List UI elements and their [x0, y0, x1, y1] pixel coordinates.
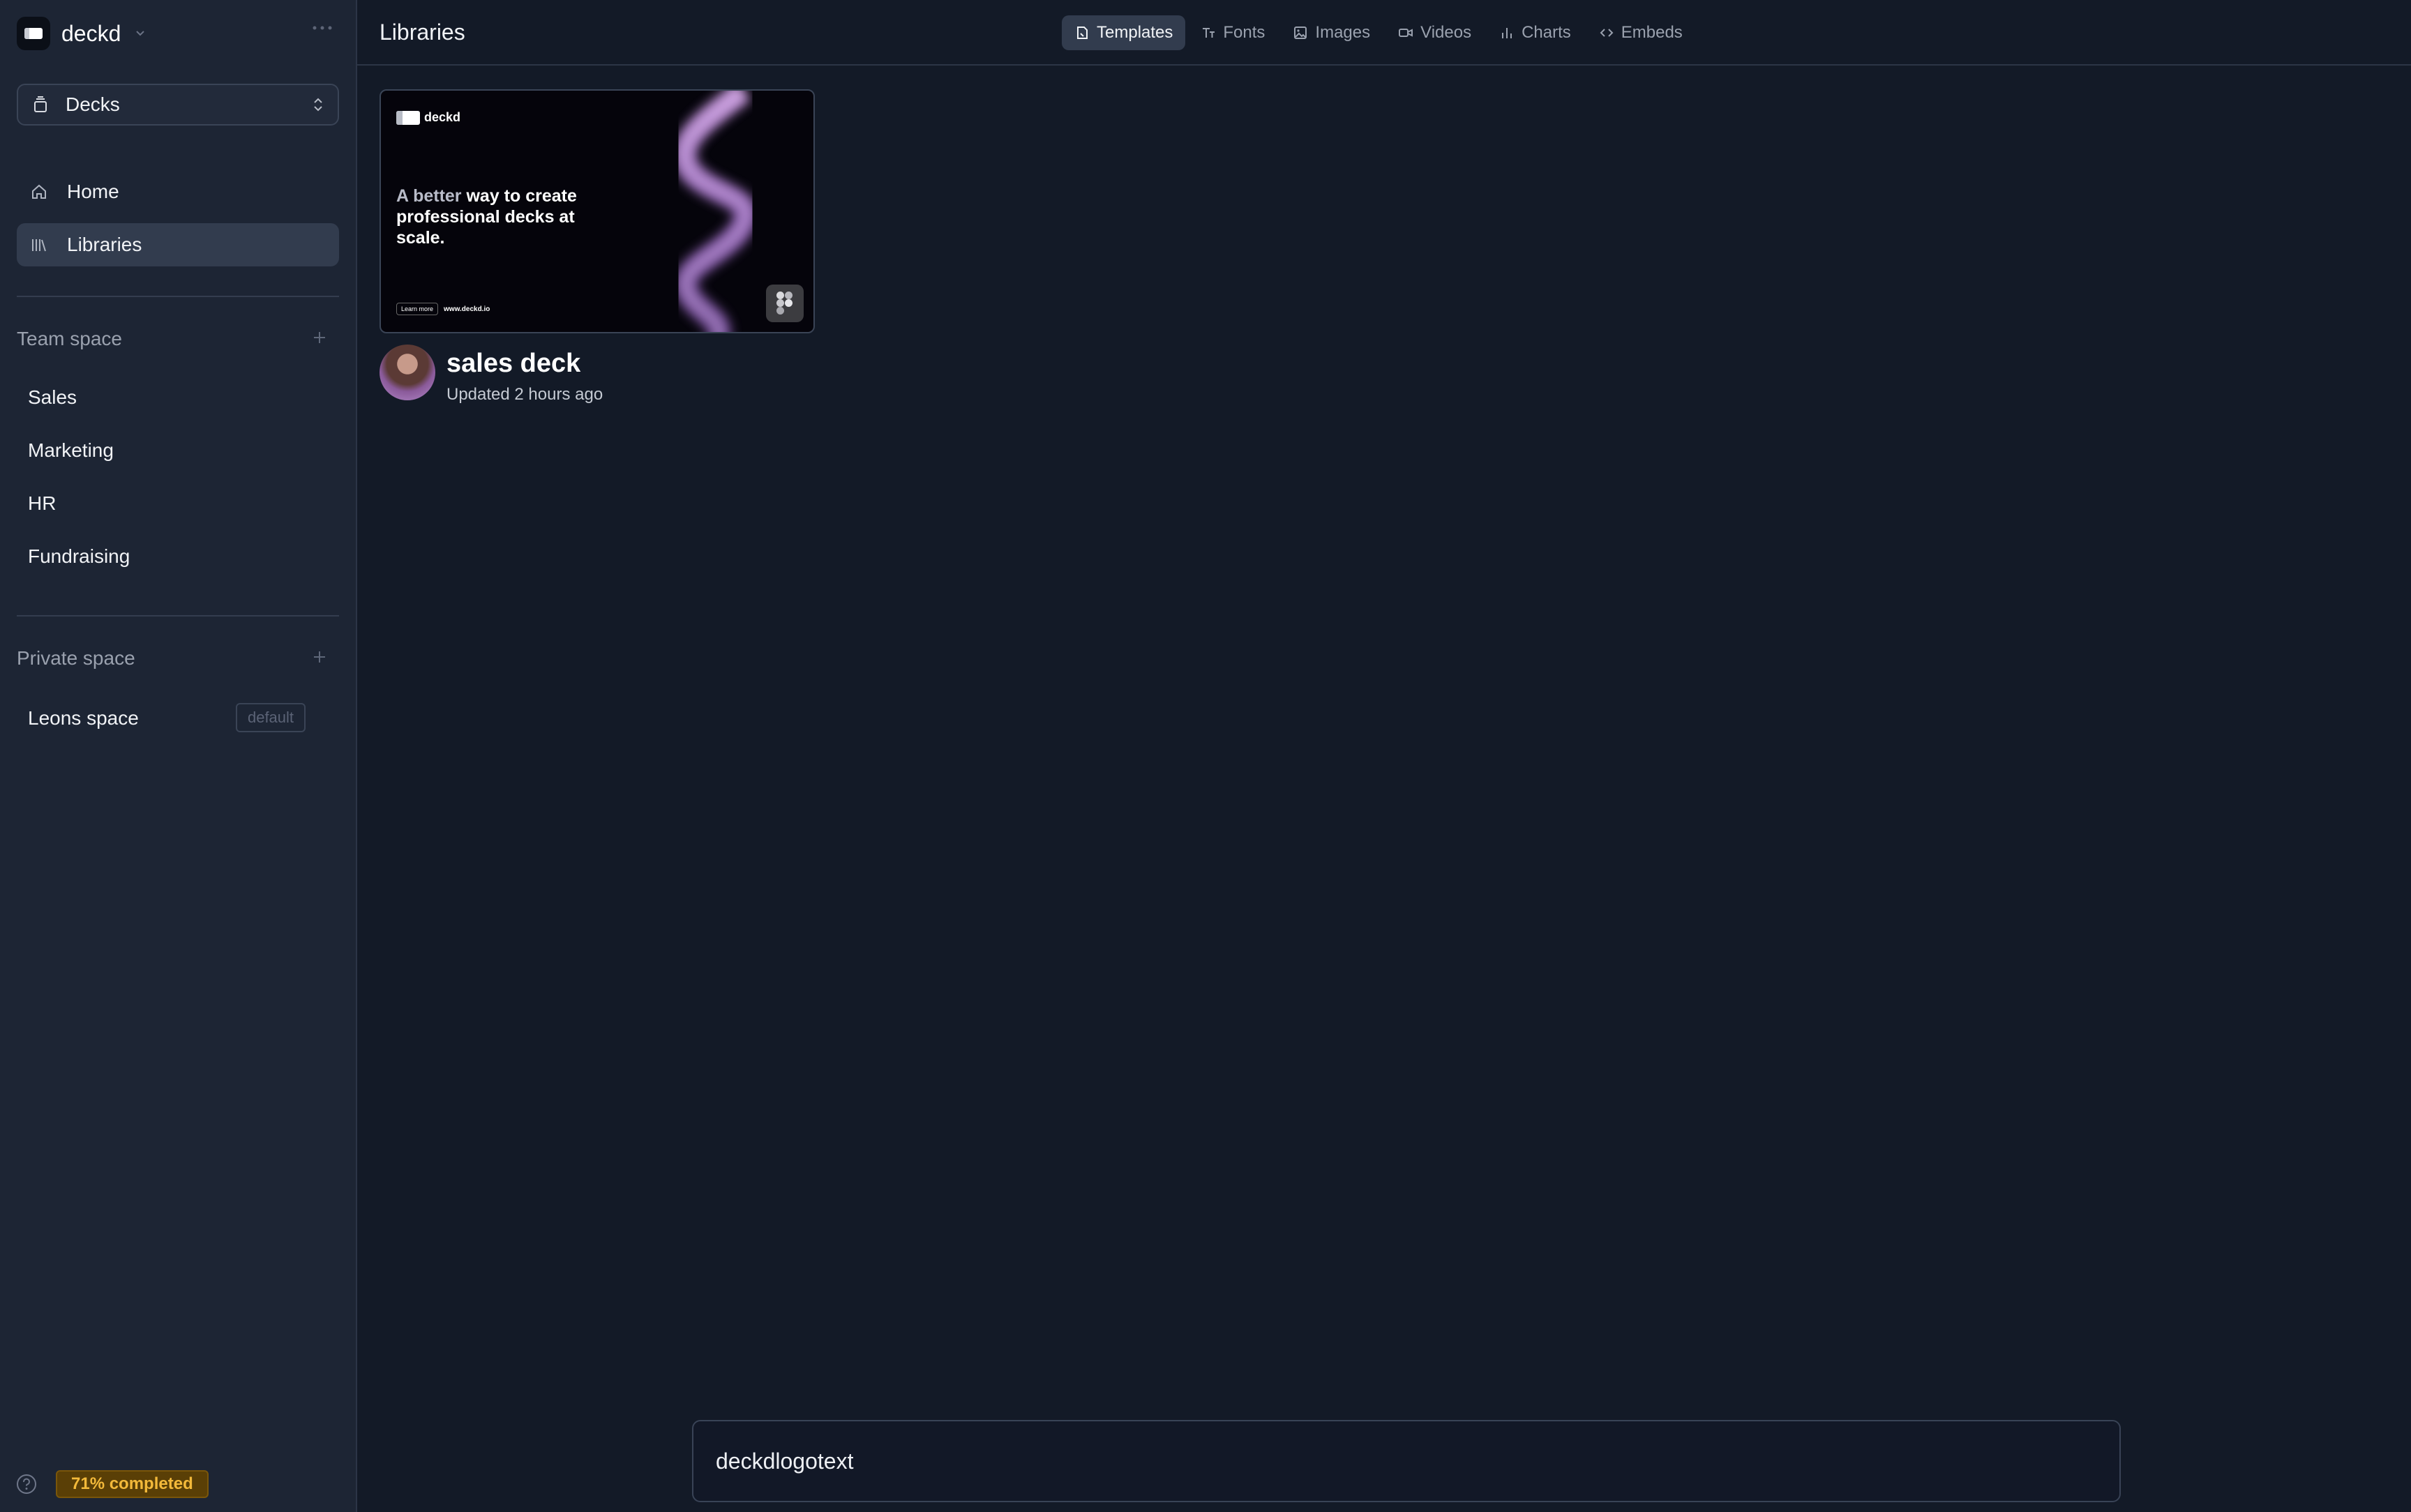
template-updated: Updated 2 hours ago	[446, 385, 603, 404]
sidebar-item-fundraising[interactable]: Fundraising	[28, 545, 130, 568]
sidebar-divider	[17, 615, 339, 617]
thumbnail-learn-more: Learn more	[396, 303, 439, 315]
tab-charts[interactable]: Charts	[1487, 15, 1584, 50]
thumbnail-footer: Learn more www.deckd.io	[396, 303, 490, 315]
figma-icon	[766, 285, 804, 322]
default-badge: default	[236, 703, 306, 732]
tab-images[interactable]: Images	[1280, 15, 1383, 50]
sidebar-item-sales[interactable]: Sales	[28, 386, 77, 409]
video-icon	[1399, 29, 1413, 37]
deckd-logo-icon	[17, 17, 50, 50]
tab-label: Videos	[1420, 23, 1472, 42]
chevron-down-icon[interactable]	[133, 27, 147, 40]
add-team-space-icon[interactable]	[311, 329, 328, 346]
tab-label: Templates	[1097, 23, 1173, 42]
page-title: Libraries	[380, 20, 465, 45]
chart-icon	[1502, 28, 1512, 38]
sidebar: deckd Decks Home Libraries Team space Sa…	[0, 0, 357, 1512]
chevron-up-down-icon	[314, 98, 322, 112]
onboarding-progress-badge[interactable]: 71% completed	[56, 1470, 209, 1498]
sidebar-divider	[17, 296, 339, 297]
image-icon	[1294, 27, 1307, 39]
template-thumbnail[interactable]: deckd A better way to create professiona…	[380, 89, 815, 333]
top-bar: Libraries Templates Fonts Images Videos …	[357, 0, 2411, 66]
library-icon	[32, 239, 46, 252]
thumbnail-url: www.deckd.io	[444, 305, 490, 313]
sidebar-item-hr[interactable]: HR	[28, 492, 56, 515]
tab-label: Embeds	[1621, 23, 1683, 42]
tab-embeds[interactable]: Embeds	[1586, 15, 1695, 50]
deck-type-select[interactable]: Decks	[17, 84, 339, 126]
tab-label: Fonts	[1223, 23, 1265, 42]
thumbnail-brand: deckd	[396, 110, 460, 125]
template-icon	[1077, 27, 1088, 39]
headline-dim: A better	[396, 186, 462, 206]
sidebar-item-home[interactable]: Home	[17, 170, 339, 213]
template-card[interactable]: deckd A better way to create professiona…	[380, 89, 815, 333]
deck-stack-icon	[34, 96, 47, 112]
library-tabs: Templates Fonts Images Videos Charts Emb…	[1062, 15, 1698, 50]
deck-type-label: Decks	[66, 93, 120, 115]
tab-videos[interactable]: Videos	[1385, 15, 1484, 50]
team-space-title: Team space	[17, 328, 122, 349]
add-private-space-icon[interactable]	[311, 649, 328, 665]
tab-label: Charts	[1522, 23, 1571, 42]
bottom-text-field[interactable]: deckdlogotext	[692, 1420, 2121, 1502]
home-icon	[32, 184, 46, 199]
tab-templates[interactable]: Templates	[1062, 15, 1186, 50]
workspace-name: deckd	[61, 20, 121, 46]
tab-label: Images	[1315, 23, 1371, 42]
help-icon[interactable]	[15, 1473, 38, 1495]
deckd-logo-icon	[396, 110, 420, 125]
sidebar-item-leons-space[interactable]: Leons space	[28, 707, 139, 729]
sidebar-item-label: Libraries	[67, 234, 142, 255]
more-icon[interactable]	[311, 24, 333, 32]
tab-fonts[interactable]: Fonts	[1188, 15, 1277, 50]
private-space-title: Private space	[17, 647, 135, 669]
thumbnail-brand-name: deckd	[424, 110, 461, 124]
author-avatar	[380, 345, 435, 400]
sidebar-item-label: Home	[67, 181, 119, 202]
sidebar-item-libraries[interactable]: Libraries	[17, 223, 339, 266]
code-icon	[1600, 29, 1614, 37]
template-title[interactable]: sales deck	[446, 349, 580, 379]
workspace-switcher[interactable]: deckd	[17, 17, 147, 50]
font-icon	[1203, 28, 1215, 38]
sidebar-item-marketing[interactable]: Marketing	[28, 439, 114, 462]
thumbnail-headline: A better way to create professional deck…	[396, 186, 619, 248]
